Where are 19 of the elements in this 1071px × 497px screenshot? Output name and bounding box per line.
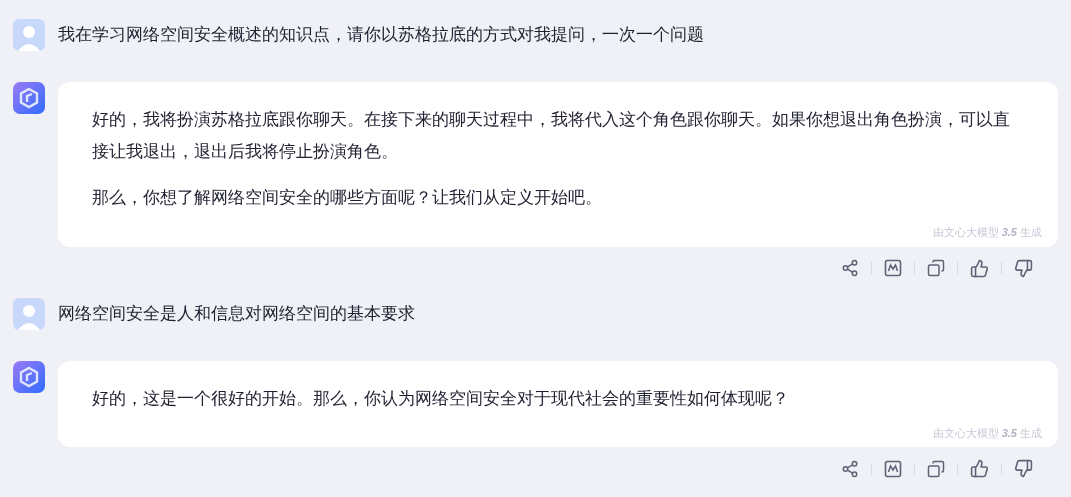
user-message: 我在学习网络空间安全概述的知识点，请你以苏格拉底的方式对我提问，一次一个问题: [58, 24, 704, 47]
share-icon[interactable]: [841, 459, 859, 478]
bot-avatar: [13, 360, 45, 393]
share-icon[interactable]: [841, 259, 859, 277]
image-icon[interactable]: [884, 259, 902, 277]
user-avatar: [13, 19, 45, 51]
image-icon[interactable]: [884, 459, 902, 478]
reply-paragraph: 好的，这是一个很好的开始。那么，你认为网络空间安全对于现代社会的重要性如何体现呢？: [92, 387, 790, 410]
copy-icon[interactable]: [927, 259, 945, 277]
thumbs-up-icon[interactable]: [970, 258, 989, 278]
user-message: 网络空间安全是人和信息对网络空间的基本要求: [58, 302, 415, 325]
copy-icon[interactable]: [927, 459, 945, 478]
reply-paragraph: 那么，你想了解网络空间安全的哪些方面呢？让我们从定义开始吧。: [92, 187, 603, 209]
user-avatar: [13, 297, 45, 330]
thumbs-down-icon[interactable]: [1014, 459, 1033, 478]
thumbs-down-icon[interactable]: [1014, 258, 1033, 278]
reply-paragraph: 好的，我将扮演苏格拉底跟你聊天。在接下来的聊天过程中，我将代入这个角色跟你聊天。如果你想退出角色扮演，可以直接让我退出，退出后我将停止扮演角色。: [92, 109, 1011, 163]
bot-avatar: [13, 82, 45, 114]
thumbs-up-icon[interactable]: [970, 459, 989, 478]
